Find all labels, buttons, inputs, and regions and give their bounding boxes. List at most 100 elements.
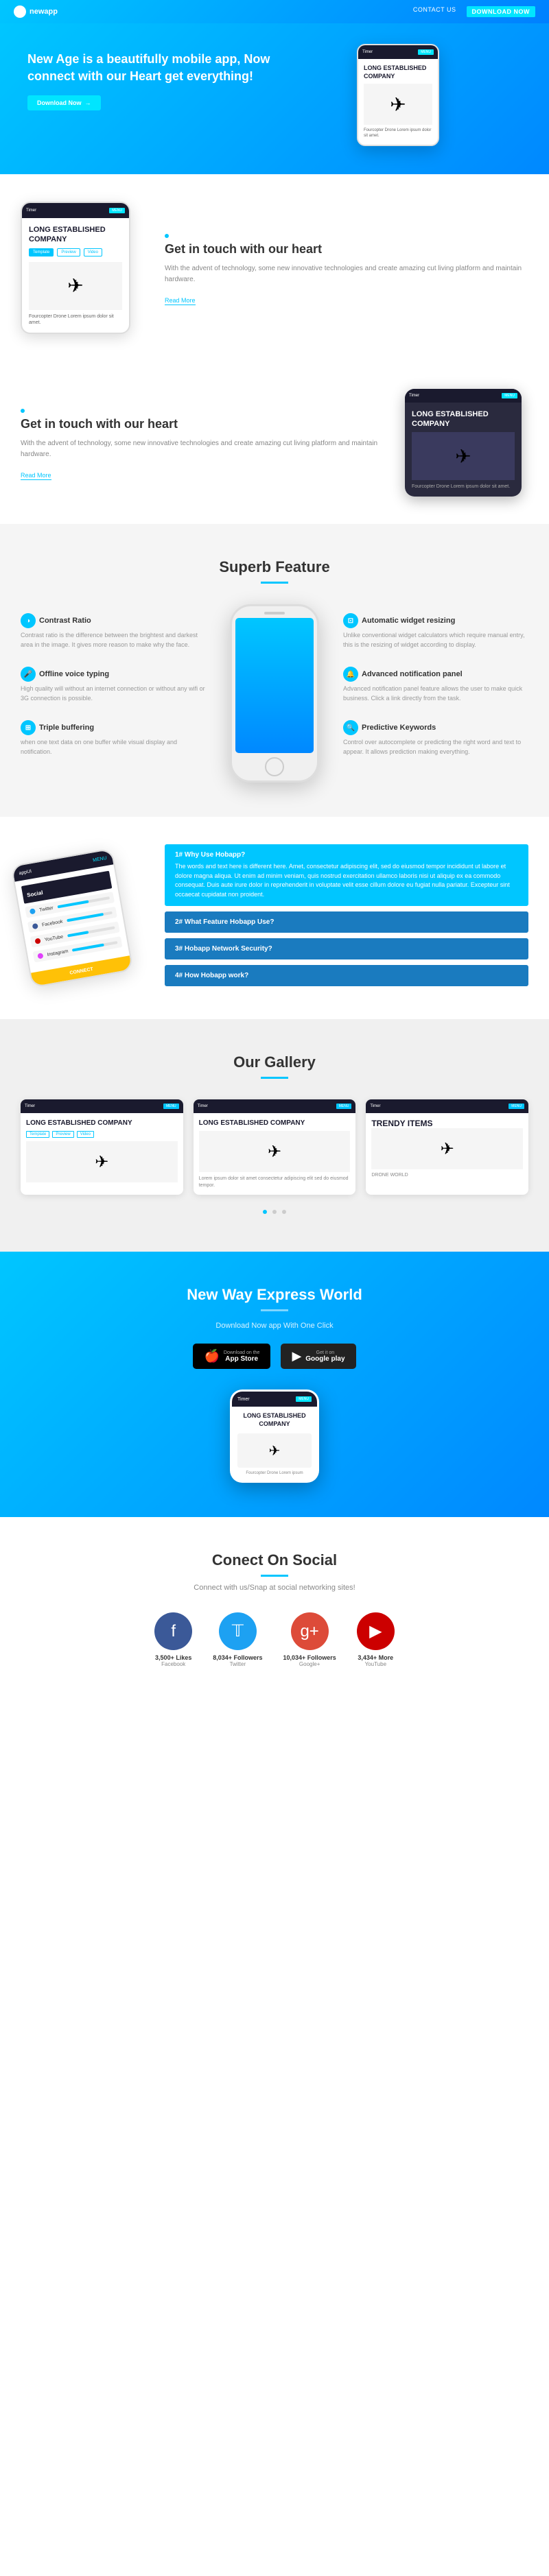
dot-accent-2 <box>21 409 25 413</box>
phone-menu-btn[interactable]: MENU <box>418 49 434 55</box>
feature-phone-1: Timer MENU LONG ESTABLISHED COMPANY Temp… <box>21 202 130 334</box>
phone-menu-btn-3[interactable]: MENU <box>502 393 517 398</box>
phone-img-3: ✈ <box>412 432 515 480</box>
tw-name: Twitter <box>213 1661 262 1667</box>
playstore-text: Get it on Google play <box>305 1350 344 1363</box>
gallery-item-header-3: Timer MENU <box>366 1099 528 1113</box>
superb-section: Superb Feature ◑ Contrast Ratio Contrast… <box>0 524 549 817</box>
social-phone: appUI MENU Social Twitter Facebook <box>10 848 133 988</box>
feature-item-4: ⊡ Automatic widget resizing Unlike conve… <box>343 613 528 649</box>
feature-item-3: ⊞ Triple buffering when one text data on… <box>21 720 206 756</box>
store-btns: 🍎 Download on the App Store ▶ Get it on … <box>21 1344 528 1369</box>
youtube-dot <box>34 938 40 944</box>
why-card-title-1: 1# Why Use Hobapp? <box>175 851 518 859</box>
why-card-body-1: The words and text here is different her… <box>175 862 518 899</box>
twitter-bar-wrap <box>57 897 110 909</box>
social-title: Social <box>26 890 43 898</box>
appstore-btn[interactable]: 🍎 Download on the App Store <box>193 1344 270 1369</box>
feature-section-1: Timer MENU LONG ESTABLISHED COMPANY Temp… <box>0 174 549 361</box>
gallery-divider <box>261 1077 288 1079</box>
gallery-item-content-1: LONG ESTABLISHED COMPANY Template Previe… <box>21 1113 183 1191</box>
gallery-tab-preview[interactable]: Preview <box>52 1131 73 1138</box>
gallery-dot-1[interactable] <box>263 1210 267 1214</box>
why-section: appUI MENU Social Twitter Facebook <box>0 817 549 1019</box>
superb-center <box>220 604 329 783</box>
social-yt[interactable]: ▶ 3,434+ More YouTube <box>357 1612 395 1667</box>
gallery-tab-video[interactable]: Video <box>77 1131 94 1138</box>
express-phone: Timer MENU LONG ESTABLISHED COMPANY ✈ Fo… <box>230 1390 319 1483</box>
why-card-2[interactable]: 2# What Feature Hobapp Use? <box>165 911 528 933</box>
feature-item-title-4: ⊡ Automatic widget resizing <box>343 613 528 628</box>
social-label-instagram: Instagram <box>47 949 69 957</box>
phone-menu-btn-2[interactable]: MENU <box>109 208 125 213</box>
social-app-label: appUI <box>19 869 32 876</box>
instagram-bar-wrap <box>72 942 118 953</box>
gallery-title: Our Gallery <box>21 1053 528 1071</box>
feature-text-2: Get in touch with our heart With the adv… <box>21 405 384 481</box>
facebook-dot <box>32 923 38 929</box>
why-card-4[interactable]: 4# How Hobapp work? <box>165 965 528 986</box>
social-fb[interactable]: f 3,500+ Likes Facebook <box>154 1612 192 1667</box>
feature-item-title-6: 🔍 Predictive Keywords <box>343 720 528 735</box>
gallery-item-title-2: LONG ESTABLISHED COMPANY <box>199 1119 351 1128</box>
feature-readmore-2[interactable]: Read More <box>21 472 51 480</box>
gallery-logo-2: Timer <box>198 1104 208 1108</box>
phone-logo: Timer <box>362 50 373 54</box>
feature-item-text-6: Control over autocomplete or predicting … <box>343 738 528 756</box>
phone-title-2: LONG ESTABLISHED COMPANY <box>29 225 122 245</box>
youtube-circle: ▶ <box>357 1612 395 1650</box>
gallery-item-2: Timer MENU LONG ESTABLISHED COMPANY ✈ Lo… <box>194 1099 356 1195</box>
nav-contact[interactable]: CONTACT US <box>413 6 456 17</box>
tab-video[interactable]: Video <box>84 248 102 257</box>
superb-right: ⊡ Automatic widget resizing Unlike conve… <box>343 613 528 774</box>
express-drone-icon: ✈ <box>269 1442 281 1459</box>
feature-item-title-1: ◑ Contrast Ratio <box>21 613 206 628</box>
hero-section: New Age is a beautifully mobile app, Now… <box>0 23 549 174</box>
gplus-icon: g+ <box>300 1622 318 1641</box>
hero-download-btn[interactable]: Download Now → <box>27 95 101 110</box>
express-sub: Download Now app With One Click <box>21 1322 528 1330</box>
social-gp[interactable]: g+ 10,034+ Followers Google+ <box>283 1612 336 1667</box>
feature-phone-wrap-2: Timer MENU LONG ESTABLISHED COMPANY ✈ Fo… <box>405 389 528 497</box>
superb-divider <box>261 582 288 584</box>
tab-preview[interactable]: Preview <box>57 248 80 257</box>
tw-count: 8,034+ Followers <box>213 1654 262 1661</box>
why-card-1[interactable]: 1# Why Use Hobapp? The words and text he… <box>165 844 528 906</box>
gallery-img-3: ✈ <box>371 1128 523 1169</box>
playstore-btn[interactable]: ▶ Get it on Google play <box>281 1344 355 1369</box>
feature-item-title-5: 🔔 Advanced notification panel <box>343 667 528 682</box>
widget-icon: ⊡ <box>343 613 358 628</box>
feature-readmore-1[interactable]: Read More <box>165 297 196 305</box>
why-content: 1# Why Use Hobapp? The words and text he… <box>165 844 528 992</box>
phone-logo-3: Timer <box>409 394 419 398</box>
gallery-btn-1[interactable]: MENU <box>163 1104 179 1109</box>
tab-template[interactable]: Template <box>29 248 54 257</box>
superb-left: ◑ Contrast Ratio Contrast ratio is the d… <box>21 613 206 774</box>
youtube-bar <box>67 931 89 938</box>
hero-btn-label: Download Now <box>37 99 82 106</box>
facebook-circle: f <box>154 1612 192 1650</box>
gallery-dot-2[interactable] <box>272 1210 277 1214</box>
hero-left: New Age is a beautifully mobile app, Now… <box>27 44 274 110</box>
social-app-btn: MENU <box>93 856 108 863</box>
express-phone-header: Timer MENU <box>232 1392 317 1407</box>
header: newapp CONTACT US DOWNLOAD NOW <box>0 0 549 23</box>
gallery-tab-template[interactable]: Template <box>26 1131 49 1138</box>
gallery-img-2: ✈ <box>199 1131 351 1172</box>
feature-title-2: Get in touch with our heart <box>21 417 384 431</box>
gallery-btn-3[interactable]: MENU <box>509 1104 524 1109</box>
phone-tabs: Template Preview Video <box>29 248 122 257</box>
phone-content-3: LONG ESTABLISHED COMPANY ✈ Fourcopter Dr… <box>405 403 522 497</box>
express-phone-logo: Timer <box>237 1397 250 1402</box>
gp-count: 10,034+ Followers <box>283 1654 336 1661</box>
gallery-dot-3[interactable] <box>282 1210 286 1214</box>
nav-download[interactable]: DOWNLOAD NOW <box>467 6 536 17</box>
social-tw[interactable]: 𝕋 8,034+ Followers Twitter <box>213 1612 262 1667</box>
express-phone-btn[interactable]: MENU <box>296 1396 312 1402</box>
gallery-btn-2[interactable]: MENU <box>336 1104 352 1109</box>
express-phone-wrap: Timer MENU LONG ESTABLISHED COMPANY ✈ Fo… <box>21 1390 528 1483</box>
feature-item-text-2: High quality will without an internet co… <box>21 684 206 703</box>
why-card-3[interactable]: 3# Hobapp Network Security? <box>165 938 528 959</box>
drone-icon-3: ✈ <box>455 445 471 468</box>
social-section-sub: Connect with us/Snap at social networkin… <box>21 1584 528 1592</box>
